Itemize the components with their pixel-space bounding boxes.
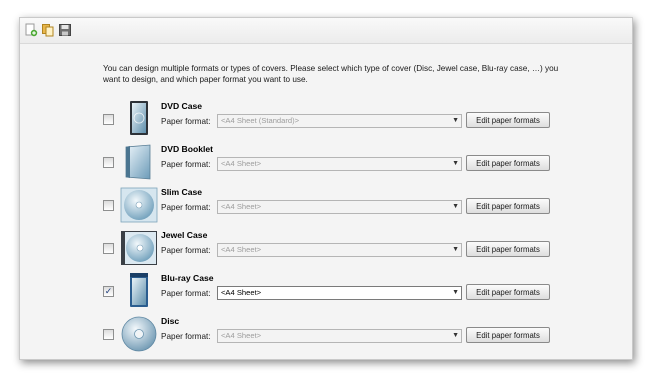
paper-format-label: Paper format:: [161, 289, 211, 298]
chevron-down-icon[interactable]: ▼: [452, 201, 459, 213]
cover-row-jewel-case: Jewel Case Paper format: <A4 Sheet> ▼ Edi…: [20, 229, 632, 272]
paper-format-value: <A4 Sheet>: [221, 202, 262, 211]
paper-format-select[interactable]: <A4 Sheet> ▼: [217, 286, 462, 300]
cover-format-window: You can design multiple formats or types…: [19, 17, 633, 360]
paper-format-select[interactable]: <A4 Sheet> ▼: [217, 200, 462, 214]
paper-format-value: <A4 Sheet>: [221, 288, 262, 297]
intro-text: You can design multiple formats or types…: [103, 64, 559, 84]
edit-paper-formats-button[interactable]: Edit paper formats: [466, 198, 550, 214]
content-panel: You can design multiple formats or types…: [20, 44, 632, 359]
paper-format-select[interactable]: <A4 Sheet (Standard)> ▼: [217, 114, 462, 128]
dvd-case-icon: [120, 100, 158, 138]
dvd-case-checkbox[interactable]: [103, 114, 114, 125]
cover-row-blu-ray-case: ✓ Blu-ray Case Paper format: <A4 Sheet> ▼…: [20, 272, 632, 315]
new-document-icon[interactable]: [24, 23, 38, 37]
edit-paper-formats-button[interactable]: Edit paper formats: [466, 241, 550, 257]
chevron-down-icon[interactable]: ▼: [452, 158, 459, 170]
paper-format-value: <A4 Sheet>: [221, 245, 262, 254]
dvd-booklet-checkbox[interactable]: [103, 157, 114, 168]
dvd-booklet-icon: [120, 143, 158, 181]
edit-paper-formats-button[interactable]: Edit paper formats: [466, 327, 550, 343]
chevron-down-icon[interactable]: ▼: [452, 244, 459, 256]
save-icon[interactable]: [58, 23, 72, 37]
blu-ray-case-checkbox[interactable]: ✓: [103, 286, 114, 297]
jewel-case-checkbox[interactable]: [103, 243, 114, 254]
paper-format-label: Paper format:: [161, 246, 211, 255]
cover-title: Slim Case: [161, 187, 203, 197]
cover-title: Jewel Case: [161, 230, 208, 240]
chevron-down-icon[interactable]: ▼: [452, 330, 459, 342]
copy-document-icon[interactable]: [41, 23, 55, 37]
paper-format-value: <A4 Sheet>: [221, 331, 262, 340]
paper-format-label: Paper format:: [161, 160, 211, 169]
slim-case-checkbox[interactable]: [103, 200, 114, 211]
edit-paper-formats-button[interactable]: Edit paper formats: [466, 155, 550, 171]
jewel-case-icon: [120, 229, 158, 267]
blu-ray-case-icon: [120, 272, 158, 310]
paper-format-value: <A4 Sheet>: [221, 159, 262, 168]
paper-format-value: <A4 Sheet (Standard)>: [221, 116, 300, 125]
disc-icon: [120, 315, 158, 353]
disc-checkbox[interactable]: [103, 329, 114, 340]
cover-title: DVD Case: [161, 101, 203, 111]
paper-format-label: Paper format:: [161, 203, 211, 212]
cover-title: Blu-ray Case: [161, 273, 214, 283]
edit-paper-formats-button[interactable]: Edit paper formats: [466, 284, 550, 300]
cover-row-slim-case: Slim Case Paper format: <A4 Sheet> ▼ Edit…: [20, 186, 632, 229]
paper-format-select[interactable]: <A4 Sheet> ▼: [217, 329, 462, 343]
toolbar: [20, 18, 632, 44]
chevron-down-icon[interactable]: ▼: [452, 287, 459, 299]
chevron-down-icon[interactable]: ▼: [452, 115, 459, 127]
cover-row-dvd-booklet: DVD Booklet Paper format: <A4 Sheet> ▼ Ed…: [20, 143, 632, 186]
cover-title: Disc: [161, 316, 180, 326]
cover-row-dvd-case: DVD Case Paper format: <A4 Sheet (Standa…: [20, 100, 632, 143]
cover-row-disc: Disc Paper format: <A4 Sheet> ▼ Edit pape…: [20, 315, 632, 358]
paper-format-select[interactable]: <A4 Sheet> ▼: [217, 243, 462, 257]
slim-case-icon: [120, 186, 158, 224]
paper-format-label: Paper format:: [161, 332, 211, 341]
paper-format-label: Paper format:: [161, 117, 211, 126]
edit-paper-formats-button[interactable]: Edit paper formats: [466, 112, 550, 128]
cover-title: DVD Booklet: [161, 144, 214, 154]
paper-format-select[interactable]: <A4 Sheet> ▼: [217, 157, 462, 171]
